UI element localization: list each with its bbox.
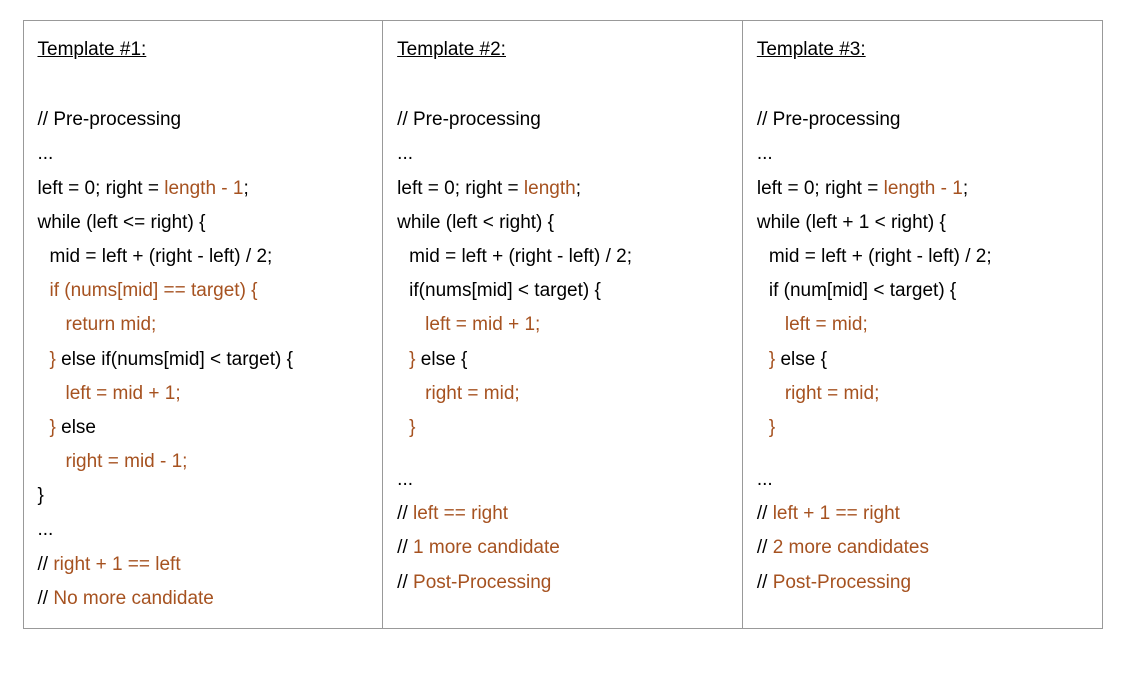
- code-line: right = mid;: [397, 377, 728, 411]
- code-line: if (nums[mid] == target) {: [38, 274, 369, 308]
- code-line: ...: [757, 463, 1088, 497]
- code-line: // Pre-processing: [397, 103, 728, 137]
- code-line: mid = left + (right - left) / 2;: [38, 240, 369, 274]
- code-line: if(nums[mid] < target) {: [397, 274, 728, 308]
- template-column-2: Template #2: // Pre-processing...left = …: [383, 21, 743, 628]
- code-line: ...: [757, 137, 1088, 171]
- code-line: // Pre-processing: [757, 103, 1088, 137]
- code-line: while (left + 1 < right) {: [757, 206, 1088, 240]
- code-line: right = mid;: [757, 377, 1088, 411]
- code-line: } else {: [757, 343, 1088, 377]
- code-line: // left == right: [397, 497, 728, 531]
- templates-table: Template #1: // Pre-processing...left = …: [23, 20, 1103, 629]
- code-line: } else if(nums[mid] < target) {: [38, 343, 369, 377]
- code-line: ...: [38, 137, 369, 171]
- code-line: while (left <= right) {: [38, 206, 369, 240]
- code-line: left = mid + 1;: [397, 308, 728, 342]
- code-line: return mid;: [38, 308, 369, 342]
- code-line: } else {: [397, 343, 728, 377]
- template-column-1: Template #1: // Pre-processing...left = …: [24, 21, 384, 628]
- template-heading: Template #1:: [38, 33, 147, 67]
- code-line: }: [757, 411, 1088, 445]
- code-line: right = mid - 1;: [38, 445, 369, 479]
- code-line: ...: [38, 513, 369, 547]
- code-line: ...: [397, 137, 728, 171]
- code-line: // 2 more candidates: [757, 531, 1088, 565]
- code-line: } else: [38, 411, 369, 445]
- code-block: // Pre-processing...left = 0; right = le…: [757, 103, 1088, 600]
- code-block: // Pre-processing...left = 0; right = le…: [397, 103, 728, 600]
- template-heading: Template #2:: [397, 33, 506, 67]
- code-line: ...: [397, 463, 728, 497]
- code-line: // No more candidate: [38, 582, 369, 616]
- code-line: }: [397, 411, 728, 445]
- code-line: left = mid;: [757, 308, 1088, 342]
- code-block: // Pre-processing...left = 0; right = le…: [38, 103, 369, 616]
- code-line: mid = left + (right - left) / 2;: [397, 240, 728, 274]
- code-line: }: [38, 479, 369, 513]
- code-line: // Post-Processing: [397, 566, 728, 600]
- code-line: // left + 1 == right: [757, 497, 1088, 531]
- code-line: left = 0; right = length;: [397, 172, 728, 206]
- code-line: // right + 1 == left: [38, 548, 369, 582]
- code-line: // Post-Processing: [757, 566, 1088, 600]
- code-line: left = 0; right = length - 1;: [38, 172, 369, 206]
- template-column-3: Template #3: // Pre-processing...left = …: [743, 21, 1102, 628]
- code-line: left = 0; right = length - 1;: [757, 172, 1088, 206]
- code-line: while (left < right) {: [397, 206, 728, 240]
- template-heading: Template #3:: [757, 33, 866, 67]
- code-line: mid = left + (right - left) / 2;: [757, 240, 1088, 274]
- code-line: // Pre-processing: [38, 103, 369, 137]
- code-line: // 1 more candidate: [397, 531, 728, 565]
- code-line: left = mid + 1;: [38, 377, 369, 411]
- code-line: if (num[mid] < target) {: [757, 274, 1088, 308]
